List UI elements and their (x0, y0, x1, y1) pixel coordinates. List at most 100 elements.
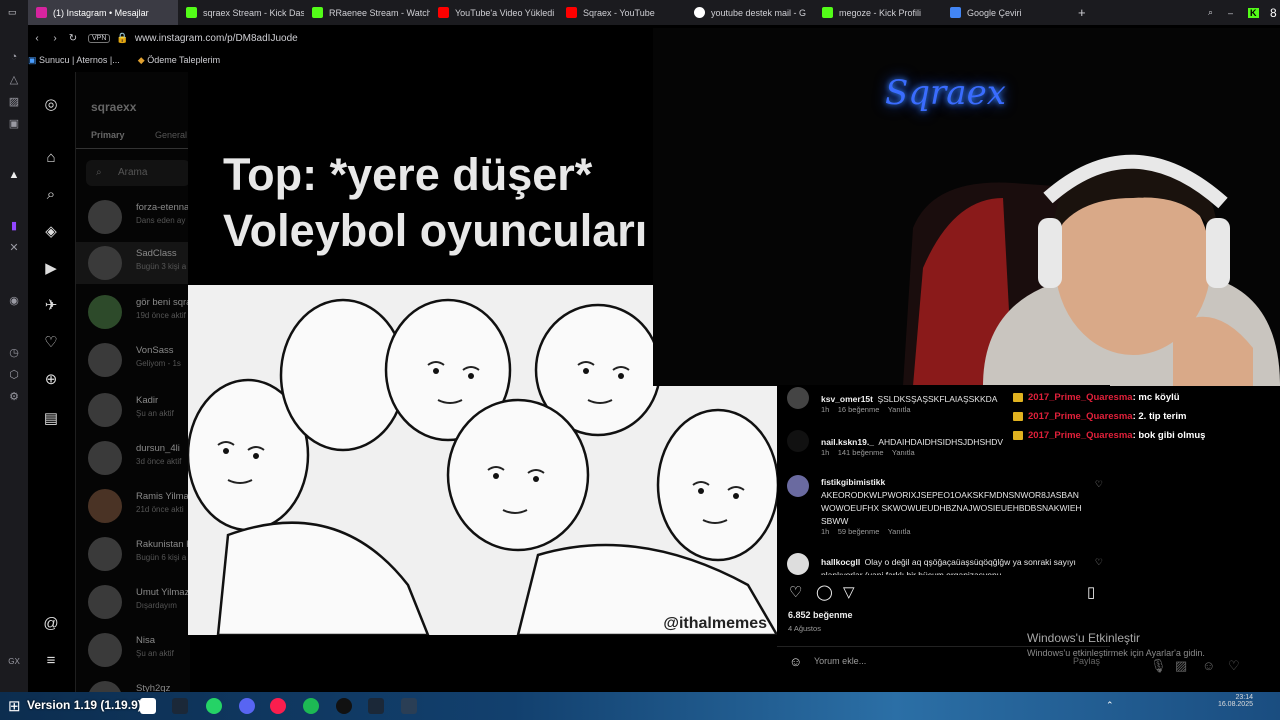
pinboard-icon[interactable]: ▨ (7, 95, 21, 109)
bookmark-icon: ◆ (137, 54, 145, 65)
steam-icon[interactable] (368, 698, 384, 714)
dm-item[interactable]: Nisa Şu an aktif (88, 629, 190, 671)
new-tab-button[interactable]: + (1070, 0, 1090, 25)
share-icon[interactable]: ▽ (843, 583, 855, 601)
tab-kick-sqraex[interactable]: sqraex Stream - Kick Das (178, 0, 304, 25)
tray-chevron-icon[interactable]: ⌃ (1106, 700, 1114, 711)
avatar (88, 295, 122, 329)
image-icon[interactable]: ▨ (1175, 658, 1187, 674)
start-icon[interactable]: ⊞ (8, 697, 21, 715)
like-count[interactable]: 6.852 beğenme (788, 610, 853, 620)
messages-icon[interactable]: ✈ (42, 297, 60, 315)
aria-icon[interactable]: ▲ (7, 168, 21, 182)
tab-google-search[interactable]: youtube destek mail - G (686, 0, 814, 25)
forward-icon[interactable]: › (46, 33, 64, 44)
avatar[interactable] (787, 387, 809, 409)
dm-item[interactable]: forza-etenna Dans eden ay (88, 196, 190, 238)
comment-icon[interactable]: ◯ (816, 583, 833, 601)
dm-item-selected[interactable]: SadClass Bugün 3 kişi a (76, 242, 190, 284)
home-icon[interactable]: ⌂ (42, 149, 60, 167)
comment-user[interactable]: ksv_omer15t (821, 394, 873, 404)
save-icon[interactable]: ▯ (1087, 583, 1095, 601)
discord-icon[interactable] (239, 698, 255, 714)
like-icon[interactable]: ♡ (789, 583, 802, 601)
dashboard-icon[interactable]: ▤ (42, 410, 60, 428)
avatar[interactable] (787, 430, 809, 452)
comment-likes[interactable]: 141 beğenme (838, 448, 884, 457)
dm-item[interactable]: Umut Yilmaz Dışardayım (88, 581, 190, 623)
email-icon[interactable]: ▣ (7, 117, 21, 131)
dm-item[interactable]: gör beni sqra 19d önce aktif (88, 291, 190, 333)
tab-youtube-sqraex[interactable]: Sqraex - YouTube (558, 0, 686, 25)
kick-favicon-icon (186, 7, 197, 18)
obs-icon[interactable] (336, 698, 352, 714)
avatar (88, 681, 122, 692)
avatar (88, 200, 122, 234)
bookmark-odeme[interactable]: ◆ Ödeme Taleplerim (138, 55, 220, 66)
extensions-icon[interactable]: ⬡ (7, 368, 21, 382)
reels-icon[interactable]: ▶ (42, 260, 60, 278)
reload-icon[interactable]: ↻ (64, 33, 82, 44)
app-icon[interactable] (401, 698, 417, 714)
whatsapp-icon[interactable] (206, 698, 222, 714)
reply-button[interactable]: Yanıtla (888, 527, 911, 536)
reply-button[interactable]: Yanıtla (888, 405, 911, 414)
spotify-icon[interactable] (303, 698, 319, 714)
avatar[interactable] (787, 475, 809, 497)
notifications-icon[interactable]: ♡ (42, 334, 60, 352)
back-icon[interactable]: ‹ (28, 33, 46, 44)
avatar[interactable] (787, 553, 809, 575)
comment-user[interactable]: nail.kskn19._ (821, 437, 874, 447)
vpn-badge[interactable]: VPN (88, 33, 111, 43)
ai-icon[interactable]: △ (7, 73, 21, 87)
gx-icon[interactable]: GX (7, 655, 21, 669)
comment-like-icon[interactable]: ♡ (1095, 557, 1103, 568)
dm-item[interactable]: dursun_4li 3d önce aktif (88, 437, 190, 479)
dm-item[interactable]: Ramis Yilmaz 21d önce akti (88, 485, 190, 527)
tab-google-translate[interactable]: Google Çeviri (942, 0, 1070, 25)
app-icon[interactable] (140, 698, 156, 714)
x-icon[interactable]: ✕ (7, 241, 21, 255)
twitch-icon[interactable]: ▮ (7, 219, 21, 233)
tab-kick-megoze[interactable]: megoze - Kick Profili (814, 0, 942, 25)
dm-item[interactable]: Kadir Şu an aktif (88, 389, 190, 431)
dm-username[interactable]: sqraexx (91, 100, 136, 114)
minimize-button[interactable]: – (1220, 0, 1240, 25)
url-text[interactable]: www.instagram.com/p/DM8adIJuode (135, 33, 298, 44)
history-icon[interactable]: ◷ (7, 346, 21, 360)
kick-extension-icon[interactable]: K (1240, 0, 1262, 25)
comment-likes[interactable]: 59 beğenme (838, 527, 880, 536)
create-icon[interactable]: ⊕ (42, 371, 60, 389)
tab-kick-rraenee[interactable]: RRaenee Stream - Watch (304, 0, 430, 25)
comment-likes[interactable]: 16 beğenme (838, 405, 880, 414)
comment-like-icon[interactable]: ♡ (1095, 479, 1103, 490)
search-tabs-icon[interactable]: ⌕ (1200, 0, 1220, 25)
comment-user[interactable]: fistikgibimistikk (821, 477, 885, 487)
bookmark-aternos[interactable]: ▣ Sunucu | Aternos |... (28, 55, 120, 66)
tab-instagram[interactable]: (1) Instagram • Mesajlar (28, 0, 178, 25)
workspace-icon[interactable]: ▭ (0, 0, 28, 25)
player-icon[interactable]: ◉ (7, 294, 21, 308)
heart-icon[interactable]: ♡ (1228, 658, 1240, 674)
tab-youtube-upload[interactable]: YouTube'a Video Yükledi (430, 0, 558, 25)
reply-button[interactable]: Yanıtla (892, 448, 915, 457)
speed-dial-icon[interactable]: ◔ (7, 50, 21, 64)
clock[interactable]: 23:14 16.08.2025 (1201, 694, 1253, 708)
opera-icon[interactable] (270, 698, 286, 714)
dm-item[interactable]: Styh2qz (88, 677, 190, 692)
tab-primary[interactable]: Primary (91, 130, 125, 140)
menu-icon[interactable]: ≡ (42, 652, 60, 670)
comment-user[interactable]: hallkocgll (821, 557, 860, 567)
sticker-icon[interactable]: ☺ (1202, 658, 1215, 673)
dm-item[interactable]: VonSass Geliyom - 1s (88, 339, 190, 381)
dm-item[interactable]: Rakunistan K Bugün 6 kişi a (88, 533, 190, 575)
explore-icon[interactable]: ◈ (42, 223, 60, 241)
instagram-logo-icon[interactable]: ◎ (42, 96, 60, 114)
threads-icon[interactable]: @ (42, 615, 60, 633)
tab-general[interactable]: General (155, 130, 187, 140)
mic-icon[interactable]: 🎙 (1150, 658, 1167, 674)
emoji-icon[interactable]: ☺ (789, 654, 802, 669)
steam-icon[interactable] (172, 698, 188, 714)
search-icon[interactable]: ⌕ (42, 186, 60, 204)
settings-icon[interactable]: ⚙ (7, 390, 21, 404)
